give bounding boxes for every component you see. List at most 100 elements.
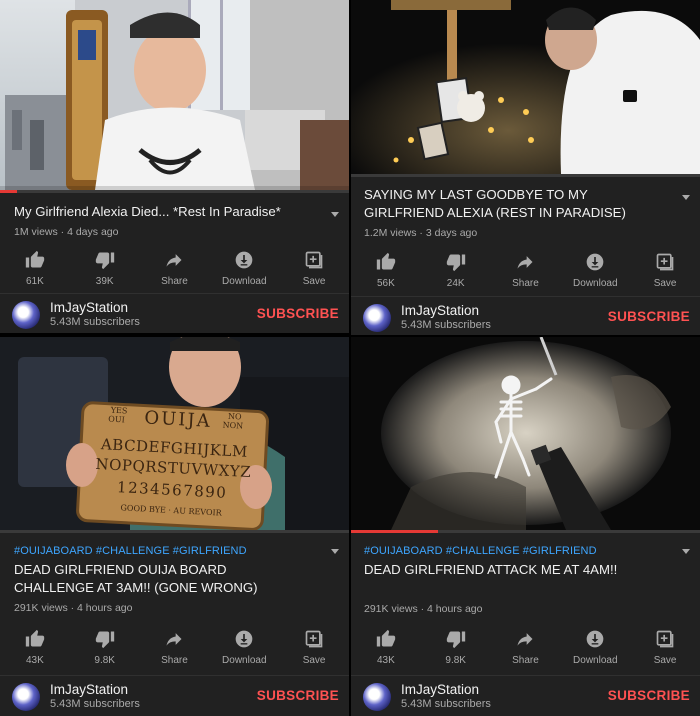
subscribe-button[interactable]: SUBSCRIBE [257,688,339,703]
share-button[interactable]: Share [491,252,561,289]
share-label: Share [161,655,188,666]
channel-name[interactable]: ImJayStation [50,300,128,315]
dislike-count: 39K [95,276,114,287]
channel-avatar[interactable] [12,301,40,329]
video-card-2: SAYING MY LAST GOODBYE TO MY GIRLFRIEND … [351,0,700,335]
like-button[interactable]: 56K [351,252,421,289]
download-icon [235,251,253,269]
video-title: SAYING MY LAST GOODBYE TO MY GIRLFRIEND … [364,187,626,220]
save-button[interactable]: Save [279,629,349,666]
save-button[interactable]: Save [630,629,700,666]
dislike-button[interactable]: 9.8K [421,629,491,666]
video-progress-bar[interactable] [351,530,700,533]
video-card-4: #OUIJABOARD #CHALLENGE #GIRLFRIEND DEAD … [351,337,700,716]
action-bar: 43K 9.8K Share Download Save [351,629,700,666]
subscriber-count: 5.43M subscribers [401,319,491,331]
channel-avatar[interactable] [363,304,391,332]
thumbs-down-icon [446,254,465,272]
share-label: Share [161,276,188,287]
thumbs-down-icon [95,631,114,649]
action-bar: 61K 39K Share Download Save [0,250,349,287]
channel-name[interactable]: ImJayStation [50,682,128,697]
channel-row[interactable]: ImJayStation 5.43M subscribers SUBSCRIBE [351,296,700,335]
channel-row[interactable]: ImJayStation 5.43M subscribers SUBSCRIBE [0,675,349,716]
like-count: 56K [377,278,395,289]
video-thumbnail[interactable] [351,337,700,530]
share-label: Share [512,278,539,289]
video-title: DEAD GIRLFRIEND ATTACK ME AT 4AM!! [364,562,618,577]
action-bar: 56K 24K Share Download Save [351,252,700,289]
save-button[interactable]: Save [630,252,700,289]
add-to-playlist-icon [656,253,674,271]
ouija-text: YES OUI OUIJA NO NON ABCDEFGHIJKLM NOPQR… [79,400,268,529]
subscriber-count: 5.43M subscribers [50,316,140,328]
channel-avatar[interactable] [363,683,391,711]
video-meta: 1M views · 4 days ago [14,226,119,238]
channel-name[interactable]: ImJayStation [401,303,479,318]
video-meta: 291K views · 4 hours ago [364,603,483,615]
save-label: Save [653,278,677,289]
video-hashtags[interactable]: #OUIJABOARD #CHALLENGE #GIRLFRIEND [14,545,335,557]
thumbs-down-icon [446,631,465,649]
dislike-button[interactable]: 9.8K [70,629,140,666]
share-label: Share [512,655,539,666]
video-hashtags[interactable]: #OUIJABOARD #CHALLENGE #GIRLFRIEND [364,545,687,557]
channel-avatar[interactable] [12,683,40,711]
channel-row[interactable]: ImJayStation 5.43M subscribers SUBSCRIBE [351,675,700,716]
ouija-oui: OUI [108,414,125,425]
share-arrow-icon [517,633,533,646]
expand-chevron-icon[interactable] [331,549,339,554]
like-button[interactable]: 43K [0,629,70,666]
dislike-count: 24K [446,278,465,289]
save-label: Save [653,655,677,666]
like-count: 61K [26,276,44,287]
video-card-1: My Girlfriend Alexia Died... *Rest In Pa… [0,0,349,333]
thumbs-up-icon [25,250,45,268]
download-icon [235,630,253,648]
ouija-brand: OUIJA [143,407,213,432]
ouija-non: NON [222,420,244,431]
like-count: 43K [377,655,395,666]
like-button[interactable]: 61K [0,250,70,287]
channel-name[interactable]: ImJayStation [401,682,479,697]
expand-chevron-icon[interactable] [682,549,690,554]
share-arrow-icon [166,254,182,267]
download-label: Download [222,276,267,287]
video-meta: 291K views · 4 hours ago [14,602,133,614]
download-label: Download [573,278,618,289]
share-button[interactable]: Share [140,250,210,287]
subscribe-button[interactable]: SUBSCRIBE [608,309,690,324]
download-icon [586,630,604,648]
dislike-count: 9.8K [445,655,466,666]
share-button[interactable]: Share [491,629,561,666]
action-bar: 43K 9.8K Share Download Save [0,629,349,666]
thumbs-up-icon [25,629,45,647]
like-button[interactable]: 43K [351,629,421,666]
subscribe-button[interactable]: SUBSCRIBE [257,306,339,321]
dislike-button[interactable]: 39K [70,250,140,287]
download-button[interactable]: Download [209,250,279,287]
video-thumbnail[interactable]: YES OUI OUIJA NO NON ABCDEFGHIJKLM NOPQR… [0,337,349,530]
like-count: 43K [26,655,44,666]
video-progress-bar[interactable] [351,174,700,177]
video-thumbnail[interactable] [0,0,349,190]
download-button[interactable]: Download [209,629,279,666]
download-icon [586,253,604,271]
video-progress-bar[interactable] [0,530,349,533]
video-progress-bar[interactable] [0,190,349,193]
channel-row[interactable]: ImJayStation 5.43M subscribers SUBSCRIBE [0,293,349,333]
download-button[interactable]: Download [560,252,630,289]
dislike-button[interactable]: 24K [421,252,491,289]
share-arrow-icon [166,633,182,646]
thumbs-up-icon [376,629,396,647]
share-button[interactable]: Share [140,629,210,666]
save-label: Save [302,276,326,287]
subscriber-count: 5.43M subscribers [50,698,140,710]
expand-chevron-icon[interactable] [331,212,339,217]
progress-fill [351,530,439,533]
expand-chevron-icon[interactable] [682,195,690,200]
video-thumbnail[interactable] [351,0,700,174]
download-button[interactable]: Download [560,629,630,666]
save-button[interactable]: Save [279,250,349,287]
subscribe-button[interactable]: SUBSCRIBE [608,688,690,703]
